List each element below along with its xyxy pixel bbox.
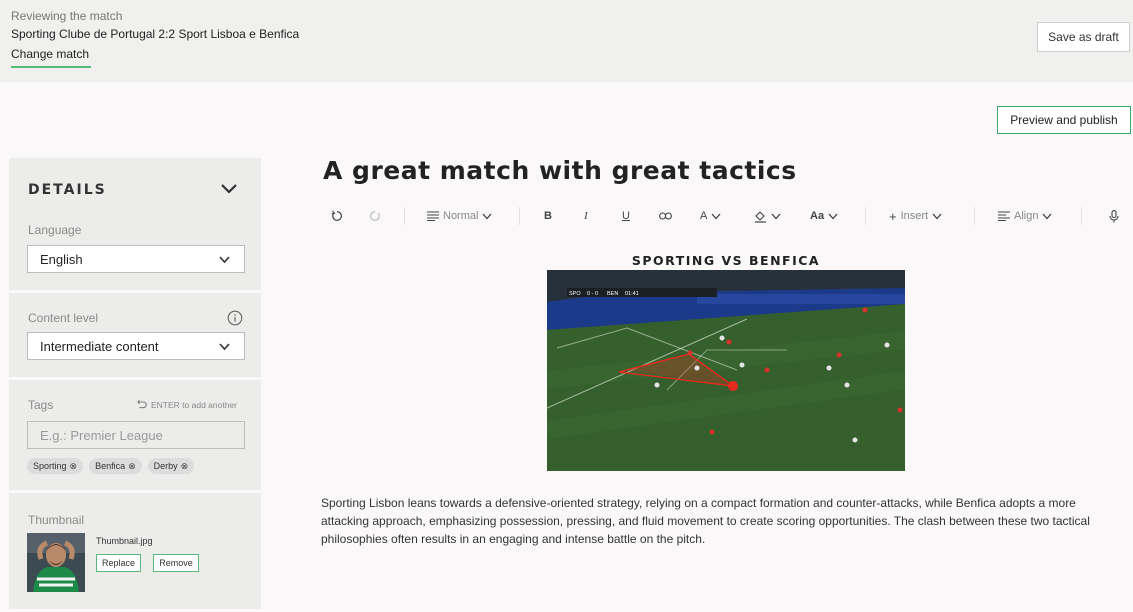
tag-chip-label: Derby — [153, 461, 178, 471]
tag-chip[interactable]: Derby ⊗ — [147, 458, 195, 474]
chevron-down-icon — [219, 256, 230, 264]
editor-toolbar: Normal B I U A Aa + Insert Align — [323, 204, 1133, 228]
language-label: Language — [28, 223, 82, 237]
paragraph-style-dropdown[interactable]: Normal — [427, 204, 492, 228]
content-level-value: Intermediate content — [40, 339, 159, 354]
save-draft-button[interactable]: Save as draft — [1037, 22, 1130, 52]
bold-button[interactable]: B — [544, 204, 552, 228]
tags-placeholder: E.g.: Premier League — [40, 428, 163, 443]
scoreboard-home: SPO — [569, 291, 581, 297]
top-bar: Reviewing the match Sporting Clube de Po… — [0, 0, 1133, 82]
chevron-down-icon — [828, 213, 838, 219]
tag-chips: Sporting ⊗ Benfica ⊗ Derby ⊗ — [27, 458, 195, 474]
scoreboard-clock: 01:41 — [625, 291, 639, 297]
chevron-down-icon — [932, 213, 942, 219]
reviewing-label: Reviewing the match — [11, 9, 123, 23]
undo-icon — [331, 210, 342, 221]
font-color-dropdown[interactable]: A — [700, 204, 721, 228]
content-level-label: Content level — [28, 311, 99, 325]
microphone-icon — [1109, 209, 1119, 222]
text-size-label: Aa — [810, 210, 825, 222]
paragraph-style-value: Normal — [443, 210, 479, 222]
text-size-dropdown[interactable]: Aa — [810, 204, 838, 228]
match-name: Sporting Clube de Portugal 2:2 Sport Lis… — [11, 27, 300, 41]
scoreboard-score: 0 - 0 — [587, 291, 598, 297]
article-title[interactable]: A great match with great tactics — [323, 156, 797, 185]
undo-button[interactable] — [331, 204, 343, 228]
remove-tag-icon[interactable]: ⊗ — [70, 461, 78, 472]
chevron-down-icon — [711, 213, 721, 219]
collapse-chevron-icon[interactable] — [221, 182, 237, 196]
redo-icon — [370, 211, 380, 221]
enter-key-icon — [137, 399, 147, 409]
chevron-down-icon — [1042, 213, 1052, 219]
change-match-link[interactable]: Change match — [11, 47, 91, 68]
dictation-button[interactable] — [1109, 204, 1119, 228]
paragraph-icon — [427, 211, 439, 221]
link-icon — [659, 212, 672, 220]
font-color-label: A — [700, 210, 708, 222]
chevron-down-icon — [219, 343, 230, 351]
align-label: Align — [1014, 210, 1039, 222]
scoreboard-away: BEN — [607, 291, 618, 297]
align-icon — [998, 211, 1010, 221]
plus-icon: + — [889, 208, 897, 224]
tags-input[interactable]: E.g.: Premier League — [27, 421, 245, 449]
toolbar-divider — [974, 207, 975, 225]
insert-label: Insert — [900, 210, 929, 222]
language-value: English — [40, 252, 83, 267]
content-level-panel: Content level Intermediate content — [9, 293, 261, 377]
remove-thumbnail-button[interactable]: Remove — [153, 554, 199, 572]
toolbar-divider — [519, 207, 520, 225]
replace-thumbnail-button[interactable]: Replace — [96, 554, 141, 572]
underline-button[interactable]: U — [622, 204, 630, 228]
preview-publish-button[interactable]: Preview and publish — [997, 106, 1131, 134]
remove-tag-icon[interactable]: ⊗ — [128, 461, 136, 472]
highlight-dropdown[interactable] — [754, 204, 781, 228]
chevron-down-icon — [482, 213, 492, 219]
chevron-down-icon — [771, 213, 781, 219]
toolbar-divider — [404, 207, 405, 225]
insert-dropdown[interactable]: + Insert — [889, 204, 942, 228]
tags-label: Tags — [28, 398, 54, 412]
thumbnail-filename: Thumbnail.jpg — [96, 536, 153, 546]
toolbar-divider — [865, 207, 866, 225]
content-level-select[interactable]: Intermediate content — [27, 332, 245, 360]
toolbar-divider — [1081, 207, 1082, 225]
highlight-icon — [755, 210, 766, 223]
tag-chip[interactable]: Sporting ⊗ — [27, 458, 84, 474]
thumbnail-label: Thumbnail — [28, 513, 85, 527]
details-title: DETAILS — [28, 182, 107, 198]
details-panel: DETAILS Language English — [9, 158, 261, 290]
tag-chip[interactable]: Benfica ⊗ — [89, 458, 142, 474]
info-icon[interactable] — [227, 310, 243, 326]
tags-panel: Tags ENTER to add another E.g.: Premier … — [9, 380, 261, 490]
italic-button[interactable]: I — [584, 204, 588, 228]
align-dropdown[interactable]: Align — [998, 204, 1052, 228]
tag-chip-label: Sporting — [33, 461, 67, 471]
article-body[interactable]: Sporting Lisbon leans towards a defensiv… — [321, 494, 1121, 548]
thumbnail-image — [27, 533, 85, 592]
image-caption: SPORTING VS BENFICA — [631, 253, 821, 268]
remove-tag-icon[interactable]: ⊗ — [181, 461, 189, 472]
redo-button[interactable] — [369, 204, 381, 228]
thumbnail-panel: Thumbnail Thumbnail.jpg Replace Remove — [9, 493, 261, 609]
tags-hint: ENTER to add another — [151, 400, 237, 410]
link-button[interactable] — [659, 204, 672, 228]
tag-chip-label: Benfica — [95, 461, 126, 471]
language-select[interactable]: English — [27, 245, 245, 273]
match-tactics-image[interactable]: SPO 0 - 0 BEN 01:41 — [547, 270, 905, 471]
